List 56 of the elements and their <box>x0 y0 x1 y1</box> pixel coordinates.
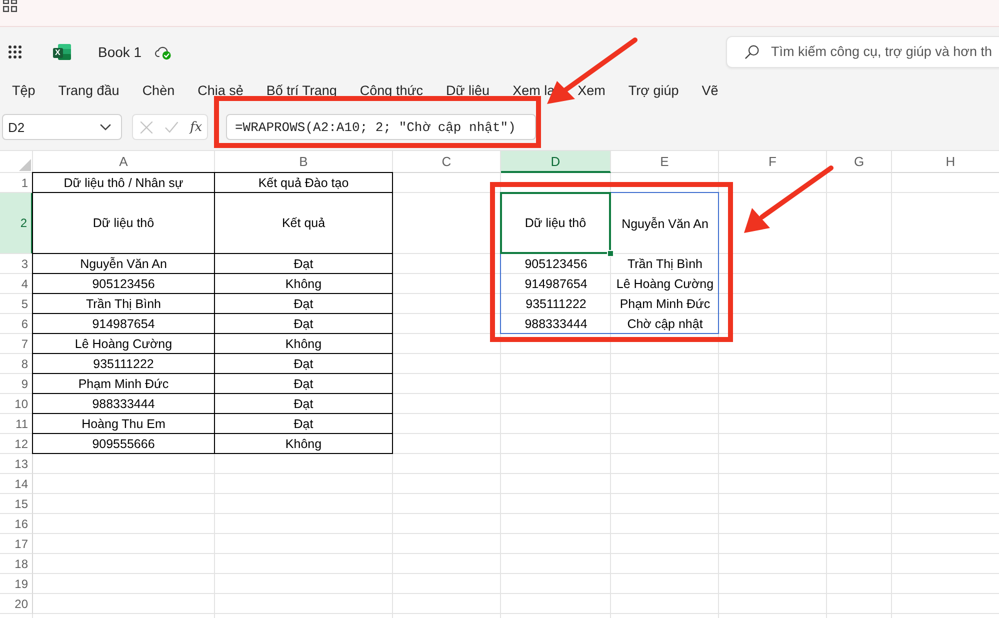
ribbon-tab[interactable]: Tệp <box>12 80 36 102</box>
table-cell: Lê Hoàng Cường <box>33 334 215 354</box>
table-cell: Không <box>215 334 393 354</box>
table-cell-text: 905123456 <box>524 256 588 273</box>
table-cell: Kết quả <box>215 193 393 254</box>
table-cell: 909555666 <box>33 434 215 454</box>
table-cell: Đạt <box>215 254 393 274</box>
search-field[interactable]: Tìm kiếm công cụ, trợ giúp và hơn th <box>726 36 999 68</box>
table-cell: 935111222 <box>33 354 215 374</box>
document-title[interactable]: Book 1 <box>98 44 142 60</box>
table-cell: Đạt <box>215 374 393 394</box>
table-cell: Dữ liệu thô <box>500 192 611 254</box>
row-header[interactable]: 2 <box>0 193 33 254</box>
table-cell: Đạt <box>215 414 393 434</box>
table-cell: Dữ liệu thô <box>33 193 215 254</box>
dot-grid-icon[interactable] <box>8 44 22 58</box>
table-cell: Đạt <box>215 314 393 334</box>
ribbon-tab[interactable]: Dữ liệu <box>446 80 490 102</box>
table-cell-text: Phạm Minh Đức <box>618 296 712 313</box>
table-cell-text: Nguyễn Văn An <box>620 216 710 233</box>
search-icon <box>745 44 759 58</box>
table-cell: Nguyễn Văn An <box>33 254 215 274</box>
table-cell: Đạt <box>215 294 393 314</box>
table-cell: Không <box>215 434 393 454</box>
table-cell-text: 914987654 <box>524 276 588 293</box>
table-cell-text: 935111222 <box>524 296 588 313</box>
chevron-down-icon[interactable] <box>100 124 111 130</box>
table-cell: Trần Thị Bình <box>33 294 215 314</box>
table-cell-text: Trần Thị Bình <box>626 256 704 273</box>
table-cell: Kết quả Đào tạo <box>215 173 393 193</box>
table-cell: Đạt <box>215 354 393 374</box>
grid-icon[interactable] <box>3 0 17 12</box>
ribbon-tab[interactable]: Trợ giúp <box>628 80 679 102</box>
ribbon-tab[interactable]: Trang đầu <box>58 80 120 102</box>
table-cell-text: 988333444 <box>524 316 588 333</box>
table-cell: Phạm Minh Đức <box>33 374 215 394</box>
formula-field[interactable]: =WRAPROWS(A2:A10; 2; "Chờ cập nhật") <box>226 114 536 140</box>
ribbon-tab[interactable]: Vẽ <box>702 80 718 102</box>
app-logo[interactable]: X <box>53 42 71 60</box>
table-cell: 905123456 <box>33 274 215 294</box>
ribbon-tab[interactable]: Chia sẻ <box>198 80 244 102</box>
name-box[interactable]: D2 <box>2 114 122 140</box>
table-cell-text: Chờ cập nhật <box>626 316 704 333</box>
table-cell: Đạt <box>215 394 393 414</box>
table-cell: Hoàng Thu Em <box>33 414 215 434</box>
column-header[interactable]: D <box>501 151 611 173</box>
table-cell: 988333444 <box>33 394 215 414</box>
fill-handle[interactable] <box>607 250 614 257</box>
table-cell-text: Lê Hoàng Cường <box>615 276 715 293</box>
table-cell: 914987654 <box>33 314 215 334</box>
ribbon-tab[interactable]: Bố trí Trang <box>266 80 337 102</box>
insert-function-button[interactable]: fx <box>190 120 202 134</box>
ribbon-tab[interactable]: Chèn <box>142 80 175 102</box>
table-cell: Không <box>215 274 393 294</box>
ribbon-tab[interactable]: Xem <box>578 80 606 102</box>
table-cell: Dữ liệu thô / Nhân sự <box>33 173 215 193</box>
